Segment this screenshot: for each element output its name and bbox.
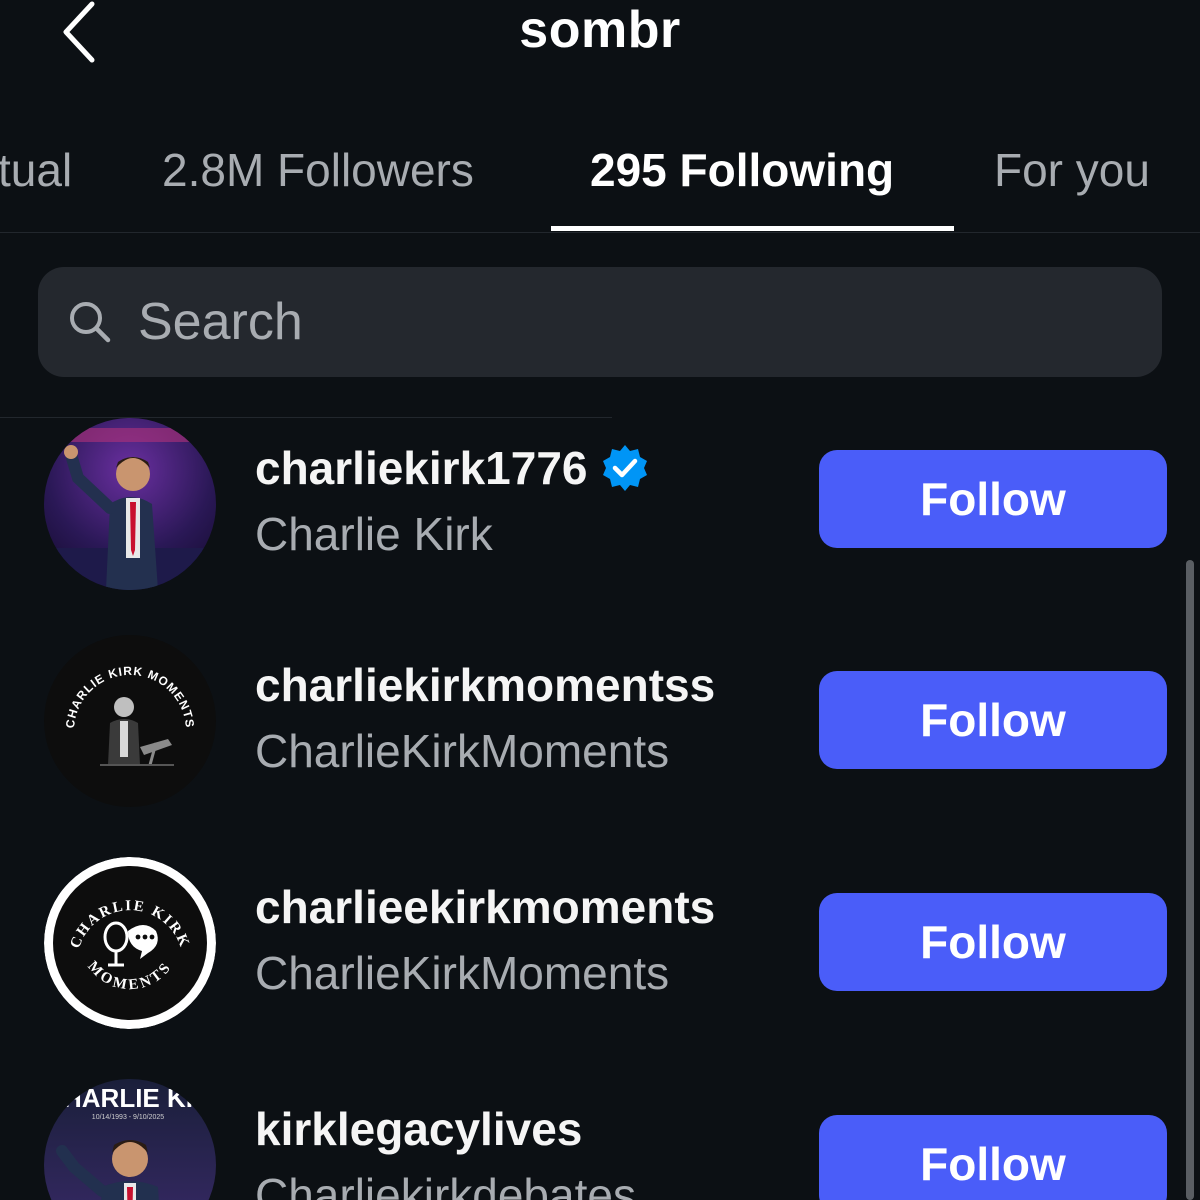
avatar-subtext: 10/14/1993 - 9/10/2025 [92, 1114, 165, 1121]
search-bar[interactable] [38, 267, 1162, 377]
header: sombr [0, 0, 1200, 70]
follow-button[interactable]: Follow [819, 1115, 1167, 1200]
full-name: Charlie Kirk [255, 508, 493, 560]
username[interactable]: kirklegacylives [255, 1101, 636, 1157]
avatar[interactable]: CHARLIE KIRK MOMENTS [44, 857, 216, 1029]
list-item[interactable]: CHARLIE KIRK MOMENTS charliekirkmomentss… [0, 635, 1200, 815]
username-text: kirklegacylives [255, 1103, 583, 1155]
tab-mutual[interactable]: tual [0, 140, 72, 200]
follow-button[interactable]: Follow [819, 450, 1167, 548]
avatar[interactable]: CHARLIE KIRK MOMENTS [44, 635, 216, 807]
scrollbar[interactable] [1186, 560, 1194, 1200]
username-text: charliekirk1776 [255, 442, 588, 494]
verified-badge-icon [600, 443, 650, 493]
full-name: Charliekirkdebates [255, 1169, 636, 1200]
full-name: CharlieKirkMoments [255, 947, 670, 999]
search-input[interactable] [136, 281, 1162, 363]
full-name: CharlieKirkMoments [255, 725, 670, 777]
account-info: charliekirk1776 Charlie Kirk [255, 440, 650, 562]
list-item[interactable]: CHARLIE KIRK MOMENTS charlieekirkmoments… [0, 857, 1200, 1037]
list-item[interactable]: charliekirk1776 Charlie Kirk Follow [0, 418, 1200, 598]
username[interactable]: charliekirkmomentss [255, 657, 715, 713]
tab-following[interactable]: 295 Following [590, 140, 894, 200]
page-title: sombr [519, 1, 681, 59]
following-list: charliekirk1776 Charlie Kirk Follow CHAR… [0, 418, 1200, 1200]
avatar[interactable]: CHARLIE KIR 10/14/1993 - 9/10/2025 [44, 1079, 216, 1200]
follow-button[interactable]: Follow [819, 893, 1167, 991]
account-info: kirklegacylives Charliekirkdebates [255, 1101, 636, 1200]
search-icon [68, 300, 112, 344]
avatar-text: CHARLIE KIR [44, 1083, 212, 1113]
tab-for-you[interactable]: For you [994, 140, 1150, 200]
account-info: charliekirkmomentss CharlieKirkMoments [255, 657, 715, 779]
tab-bar: tual 2.8M Followers 295 Following For yo… [0, 110, 1200, 233]
avatar[interactable] [44, 418, 216, 590]
username-text: charlieekirkmoments [255, 881, 716, 933]
following-screen: sombr tual 2.8M Followers 295 Following … [0, 0, 1200, 1200]
username[interactable]: charlieekirkmoments [255, 879, 715, 935]
username-text: charliekirkmomentss [255, 659, 716, 711]
follow-button[interactable]: Follow [819, 671, 1167, 769]
account-info: charlieekirkmoments CharlieKirkMoments [255, 879, 715, 1001]
active-tab-indicator [551, 226, 954, 231]
tab-followers[interactable]: 2.8M Followers [162, 140, 474, 200]
list-item[interactable]: CHARLIE KIR 10/14/1993 - 9/10/2025 kirkl… [0, 1079, 1200, 1200]
username[interactable]: charliekirk1776 [255, 440, 650, 496]
